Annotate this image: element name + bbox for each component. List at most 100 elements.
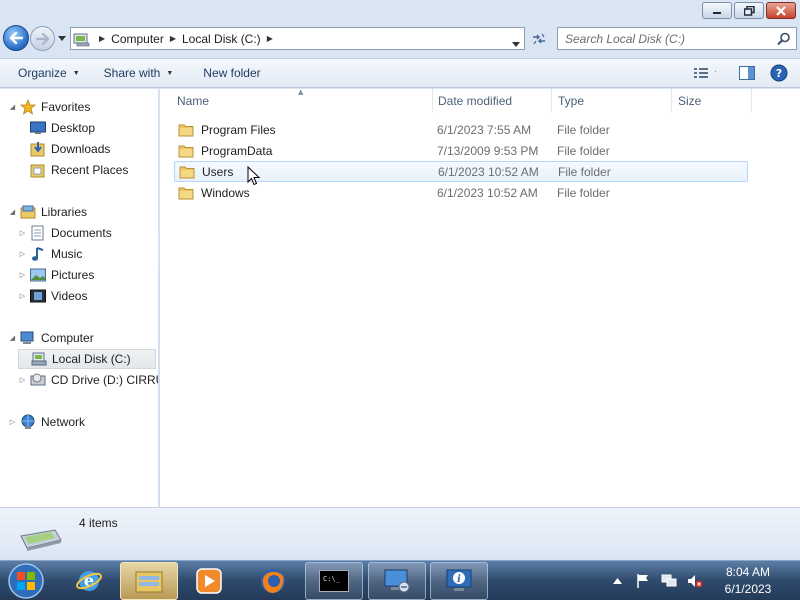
- desktop-icon: [30, 120, 46, 136]
- remote-desktop-icon: [384, 569, 410, 593]
- nav-item-label: CD Drive (D:) CIRRUS: [51, 373, 158, 387]
- breadcrumb-local-disk[interactable]: Local Disk (C:): [182, 32, 261, 46]
- breadcrumb-separator[interactable]: ▶: [261, 34, 279, 43]
- explorer-window: ▶ Computer ▶ Local Disk (C:) ▶ Organize …: [0, 0, 800, 560]
- nav-item-pictures[interactable]: ▷ Pictures: [18, 265, 95, 285]
- nav-item-downloads[interactable]: Downloads: [18, 139, 110, 159]
- documents-icon: [30, 225, 46, 241]
- new-folder-button[interactable]: New folder: [195, 61, 268, 85]
- column-header-date-modified[interactable]: Date modified: [432, 89, 552, 113]
- collapse-arrow-icon[interactable]: ◢: [8, 103, 17, 111]
- nav-favorites[interactable]: ◢ Favorites: [8, 97, 90, 117]
- clock-date: 6/1/2023: [724, 582, 772, 596]
- collapse-arrow-icon[interactable]: ◢: [8, 334, 17, 342]
- taskbar-remote-desktop[interactable]: [368, 562, 426, 600]
- star-icon: [20, 99, 36, 115]
- expand-arrow-icon[interactable]: ▷: [18, 376, 27, 384]
- nav-item-label: Downloads: [51, 142, 111, 156]
- search-input[interactable]: [565, 31, 770, 46]
- start-button[interactable]: [6, 562, 46, 600]
- help-button[interactable]: ?: [768, 62, 790, 84]
- recent-pages-button[interactable]: [57, 33, 67, 43]
- restore-button[interactable]: [734, 2, 764, 19]
- file-date-modified: 6/1/2023 7:55 AM: [437, 122, 532, 137]
- show-hidden-icons-button[interactable]: [609, 573, 625, 589]
- address-bar[interactable]: ▶ Computer ▶ Local Disk (C:) ▶: [70, 27, 525, 50]
- minimize-button[interactable]: [702, 2, 732, 19]
- collapse-arrow-icon[interactable]: ◢: [8, 208, 17, 216]
- taskbar-firefox[interactable]: [244, 562, 302, 600]
- breadcrumb-separator[interactable]: ▶: [93, 34, 111, 43]
- change-view-button[interactable]: [694, 62, 716, 84]
- share-with-button[interactable]: Share with ▼: [96, 61, 182, 85]
- refresh-button[interactable]: [527, 27, 551, 50]
- nav-item-music[interactable]: ▷ Music: [18, 244, 83, 264]
- column-header-size[interactable]: Size: [672, 89, 752, 113]
- network-status-icon[interactable]: [661, 573, 677, 589]
- file-type: File folder: [557, 185, 610, 200]
- svg-text:C:\_: C:\_: [323, 575, 341, 583]
- table-row[interactable]: Program Files 6/1/2023 7:55 AM File fold…: [174, 119, 748, 140]
- taskbar-internet-explorer[interactable]: e: [60, 562, 118, 600]
- mouse-cursor-icon: [247, 166, 261, 186]
- expand-arrow-icon[interactable]: ▷: [18, 250, 27, 258]
- address-dropdown-icon[interactable]: [512, 36, 520, 50]
- nav-computer-label: Computer: [41, 331, 94, 345]
- file-type: File folder: [557, 122, 610, 137]
- back-button[interactable]: [3, 25, 29, 51]
- nav-network-label: Network: [41, 415, 86, 429]
- volume-muted-icon[interactable]: [687, 573, 703, 589]
- folder-icon: [179, 166, 195, 178]
- nav-item-documents[interactable]: ▷ Documents: [18, 223, 112, 243]
- expand-arrow-icon[interactable]: ▷: [18, 229, 27, 237]
- nav-item-cd-drive[interactable]: ▷ CD Drive (D:) CIRRUS: [18, 370, 158, 390]
- item-count: 4 items: [79, 516, 118, 530]
- expand-arrow-icon[interactable]: ▷: [8, 418, 17, 426]
- file-date-modified: 6/1/2023 10:52 AM: [437, 185, 538, 200]
- table-row[interactable]: ProgramData 7/13/2009 9:53 PM File folde…: [174, 140, 748, 161]
- taskbar-windows-explorer[interactable]: [120, 562, 178, 600]
- nav-libraries[interactable]: ◢ Libraries: [8, 202, 87, 222]
- close-button[interactable]: [766, 2, 796, 19]
- taskbar-system-information[interactable]: i: [430, 562, 488, 600]
- clock-time: 8:04 AM: [725, 565, 771, 579]
- command-bar: Organize ▼ Share with ▼ New folder ?: [0, 58, 800, 88]
- downloads-folder-icon: [30, 141, 46, 157]
- new-folder-label: New folder: [203, 66, 261, 80]
- taskbar: e C:\_ i 8:04 AM 6/1/2023: [0, 560, 800, 600]
- column-header-name[interactable]: Name: [171, 89, 433, 113]
- organize-button[interactable]: Organize ▼: [10, 61, 88, 85]
- breadcrumb-computer[interactable]: Computer: [111, 32, 164, 46]
- firefox-icon: [261, 569, 285, 593]
- network-icon: [20, 414, 36, 430]
- file-name: Users: [202, 164, 234, 179]
- search-icon[interactable]: [777, 32, 791, 49]
- details-pane: 4 items: [0, 507, 800, 560]
- computer-drive-icon: [71, 28, 93, 49]
- forward-button[interactable]: [30, 26, 55, 51]
- search-box[interactable]: [557, 27, 797, 50]
- breadcrumb-separator[interactable]: ▶: [164, 34, 182, 43]
- column-header-type[interactable]: Type: [552, 89, 672, 113]
- nav-network[interactable]: ▷ Network: [8, 412, 85, 432]
- nav-item-videos[interactable]: ▷ Videos: [18, 286, 88, 306]
- file-name: Windows: [201, 185, 250, 200]
- recent-places-icon: [30, 162, 46, 178]
- nav-item-recent-places[interactable]: Recent Places: [18, 160, 128, 180]
- action-center-icon[interactable]: [635, 573, 651, 589]
- arrow-left-icon: [9, 32, 23, 44]
- nav-item-desktop[interactable]: Desktop: [18, 118, 95, 138]
- nav-item-local-disk[interactable]: Local Disk (C:): [18, 349, 156, 369]
- preview-pane-button[interactable]: [736, 62, 758, 84]
- toolbar-right-group: ?: [694, 62, 790, 84]
- expand-arrow-icon[interactable]: ▷: [18, 271, 27, 279]
- taskbar-media-player[interactable]: [180, 562, 238, 600]
- svg-text:i: i: [457, 574, 461, 585]
- libraries-icon: [20, 204, 36, 220]
- taskbar-clock[interactable]: 8:04 AM 6/1/2023: [712, 564, 784, 598]
- nav-item-label: Pictures: [51, 268, 95, 282]
- nav-computer[interactable]: ◢ Computer: [8, 328, 94, 348]
- taskbar-command-prompt[interactable]: C:\_: [305, 562, 363, 600]
- expand-arrow-icon[interactable]: ▷: [18, 292, 27, 300]
- share-with-label: Share with: [103, 66, 161, 80]
